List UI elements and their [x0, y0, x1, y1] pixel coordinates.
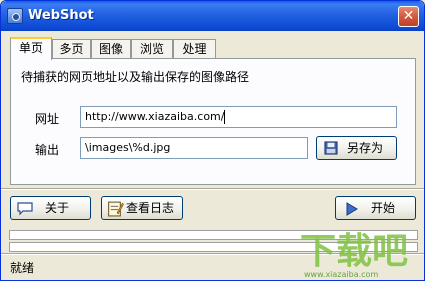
tab-multi-page[interactable]: 多页	[52, 39, 91, 59]
panel-description: 待捕获的网页地址以及输出保存的图像路径	[21, 70, 250, 84]
about-button[interactable]: 关于	[10, 196, 91, 220]
tab-process[interactable]: 处理	[173, 39, 216, 59]
play-icon	[346, 202, 358, 216]
tab-image[interactable]: 图像	[91, 39, 131, 59]
separator-top	[1, 188, 424, 190]
url-label: 网址	[35, 112, 60, 126]
watermark-big: 下载吧	[300, 231, 408, 272]
speech-bubble-icon	[17, 202, 33, 216]
window-title: WebShot	[28, 8, 94, 23]
output-label: 输出	[35, 143, 60, 157]
app-window: WebShot ✕ 单页 多页 图像 浏览 处理 待捕获的网页地址以及输出保存的…	[0, 0, 425, 281]
output-path-value: \images\%d.jpg	[85, 141, 171, 154]
single-page-panel: 待捕获的网页地址以及输出保存的图像路径 网址 http://www.xiazai…	[10, 58, 416, 185]
save-as-label: 另存为	[347, 141, 384, 155]
view-log-button[interactable]: 查看日志	[101, 196, 183, 220]
about-label: 关于	[45, 201, 70, 215]
url-input-value: http://www.xiazaiba.com/	[85, 110, 225, 123]
start-label: 开始	[371, 201, 396, 215]
watermark-logo: 下载吧 www.xiazaiba.com	[300, 231, 408, 279]
close-button[interactable]: ✕	[398, 6, 419, 27]
text-caret	[224, 110, 226, 124]
title-bar[interactable]: WebShot ✕	[1, 1, 424, 31]
notepad-icon	[108, 201, 124, 217]
tab-browse[interactable]: 浏览	[131, 39, 173, 59]
save-as-button[interactable]: 另存为	[316, 136, 397, 160]
tab-single-page[interactable]: 单页	[10, 37, 52, 60]
status-text: 就绪	[10, 261, 35, 275]
floppy-disk-icon	[324, 141, 338, 155]
watermark-small: www.xiazaiba.com	[304, 270, 378, 279]
output-path-input[interactable]: \images\%d.jpg	[80, 137, 308, 159]
app-icon	[7, 8, 23, 24]
url-input[interactable]: http://www.xiazaiba.com/	[80, 106, 397, 128]
start-button[interactable]: 开始	[335, 196, 416, 220]
view-log-label: 查看日志	[126, 201, 175, 215]
